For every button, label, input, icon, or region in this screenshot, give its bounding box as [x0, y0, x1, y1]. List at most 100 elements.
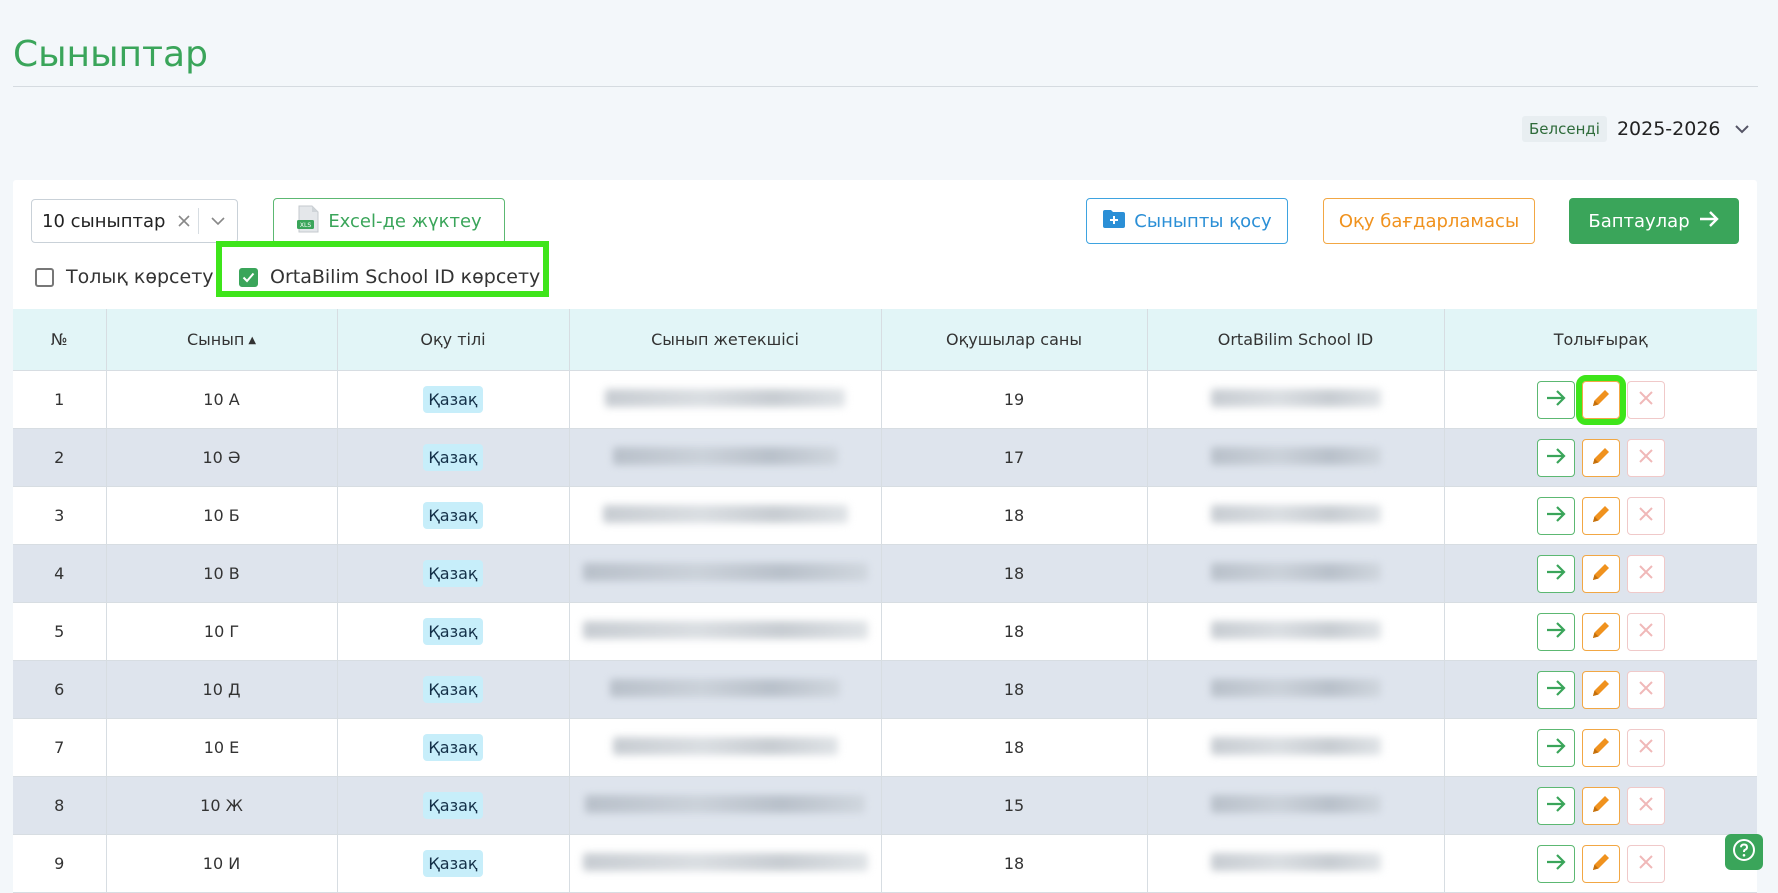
edit-class-button[interactable]: [1581, 728, 1620, 767]
redacted-school-id: [1210, 504, 1381, 523]
row-actions: [1444, 660, 1757, 719]
status-badge: Белсенді: [1522, 116, 1607, 142]
delete-class-button[interactable]: [1626, 496, 1665, 535]
chevron-down-icon[interactable]: [1731, 118, 1753, 140]
help-icon: [1732, 838, 1756, 866]
academic-year-selector[interactable]: Белсенді 2025-2026: [1522, 112, 1753, 146]
language-badge: Қазақ: [423, 444, 483, 471]
table-row: 3 10 Б Қазақ 18: [13, 486, 1757, 545]
delete-class-button[interactable]: [1626, 728, 1665, 767]
open-class-button[interactable]: [1536, 496, 1575, 535]
academic-year-value: 2025-2026: [1616, 118, 1721, 140]
row-number: 9: [13, 834, 107, 893]
arrow-right-icon: [1545, 795, 1567, 817]
delete-class-button[interactable]: [1626, 844, 1665, 883]
edit-class-button[interactable]: [1581, 612, 1620, 651]
ortabilim-id: [1147, 834, 1445, 893]
edit-class-button[interactable]: [1581, 844, 1620, 883]
class-teacher: [569, 602, 882, 661]
clear-icon[interactable]: [170, 214, 198, 228]
delete-class-button[interactable]: [1626, 438, 1665, 477]
language-cell: Қазақ: [337, 776, 570, 835]
sort-asc-icon[interactable]: ▲: [248, 335, 256, 346]
class-name: 10 Ә: [106, 428, 338, 487]
add-class-label: Сыныпты қосу: [1134, 210, 1272, 232]
edit-class-button[interactable]: [1581, 554, 1620, 593]
redacted-teacher-name: [582, 620, 868, 639]
table-row: 8 10 Ж Қазақ 15: [13, 776, 1757, 835]
row-actions: [1444, 776, 1757, 835]
show-full-checkbox[interactable]: [35, 267, 54, 287]
curriculum-button[interactable]: Оқу бағдарламасы: [1323, 198, 1535, 244]
add-class-button[interactable]: Сыныпты қосу: [1086, 198, 1288, 244]
row-number: 3: [13, 486, 107, 545]
chevron-down-icon[interactable]: [199, 216, 237, 226]
edit-class-button[interactable]: [1581, 438, 1620, 477]
student-count: 18: [881, 834, 1148, 893]
delete-class-button[interactable]: [1626, 670, 1665, 709]
redacted-teacher-name: [610, 678, 840, 697]
class-name: 10 И: [106, 834, 338, 893]
classes-card: 10 сыныптар XLS Excel-де жүктеу Сыныпты …: [13, 180, 1757, 893]
class-teacher: [569, 776, 882, 835]
column-header-details: Толығырақ: [1444, 309, 1757, 371]
show-ortabilim-checkbox[interactable]: [239, 267, 258, 287]
show-ortabilim-label: OrtaBilim School ID көрсету: [270, 266, 541, 288]
language-cell: Қазақ: [337, 602, 570, 661]
delete-class-button[interactable]: [1626, 380, 1665, 419]
edit-class-button[interactable]: [1575, 374, 1626, 425]
table-row: 5 10 Г Қазақ 18: [13, 602, 1757, 661]
folder-plus-icon: [1102, 209, 1126, 234]
delete-class-button[interactable]: [1626, 786, 1665, 825]
open-class-button[interactable]: [1536, 438, 1575, 477]
row-number: 6: [13, 660, 107, 719]
open-class-button[interactable]: [1536, 612, 1575, 651]
open-class-button[interactable]: [1536, 844, 1575, 883]
class-name: 10 Ж: [106, 776, 338, 835]
ortabilim-id: [1147, 718, 1445, 777]
row-actions: [1444, 718, 1757, 777]
arrow-right-icon: [1545, 679, 1567, 701]
language-badge: Қазақ: [423, 850, 483, 877]
show-ortabilim-option[interactable]: OrtaBilim School ID көрсету: [239, 266, 540, 288]
redacted-teacher-name: [605, 388, 845, 407]
open-class-button[interactable]: [1536, 554, 1575, 593]
excel-download-button[interactable]: XLS Excel-де жүктеу: [273, 198, 505, 244]
show-full-option[interactable]: Толық көрсету: [35, 266, 214, 288]
excel-file-icon: XLS: [296, 205, 320, 238]
language-badge: Қазақ: [423, 734, 483, 761]
redacted-school-id: [1210, 794, 1381, 813]
table-row: 1 10 А Қазақ 19: [13, 370, 1757, 429]
ortabilim-id: [1147, 602, 1445, 661]
delete-class-button[interactable]: [1626, 612, 1665, 651]
edit-class-button[interactable]: [1581, 496, 1620, 535]
row-actions: [1444, 602, 1757, 661]
help-button[interactable]: [1725, 834, 1763, 870]
open-class-button[interactable]: [1536, 728, 1575, 767]
open-class-button[interactable]: [1536, 380, 1575, 419]
language-badge: Қазақ: [423, 386, 483, 413]
student-count: 18: [881, 718, 1148, 777]
column-header-class[interactable]: Сынып ▲: [106, 309, 338, 371]
edit-class-button[interactable]: [1581, 670, 1620, 709]
language-cell: Қазақ: [337, 370, 570, 429]
class-name: 10 Е: [106, 718, 338, 777]
table-row: 7 10 Е Қазақ 18: [13, 718, 1757, 777]
column-header-teacher: Сынып жетекшісі: [569, 309, 882, 371]
ortabilim-id: [1147, 486, 1445, 545]
redacted-teacher-name: [582, 852, 868, 871]
open-class-button[interactable]: [1536, 786, 1575, 825]
class-name: 10 В: [106, 544, 338, 603]
class-filter-select[interactable]: 10 сыныптар: [31, 199, 238, 243]
settings-button[interactable]: Баптаулар: [1569, 198, 1739, 244]
redacted-school-id: [1210, 620, 1381, 639]
table-row: 6 10 Д Қазақ 18: [13, 660, 1757, 719]
ortabilim-id: [1147, 660, 1445, 719]
class-teacher: [569, 834, 882, 893]
open-class-button[interactable]: [1536, 670, 1575, 709]
edit-class-button[interactable]: [1581, 786, 1620, 825]
redacted-teacher-name: [602, 504, 848, 523]
delete-class-button[interactable]: [1626, 554, 1665, 593]
language-badge: Қазақ: [423, 792, 483, 819]
close-icon: [1637, 447, 1655, 469]
